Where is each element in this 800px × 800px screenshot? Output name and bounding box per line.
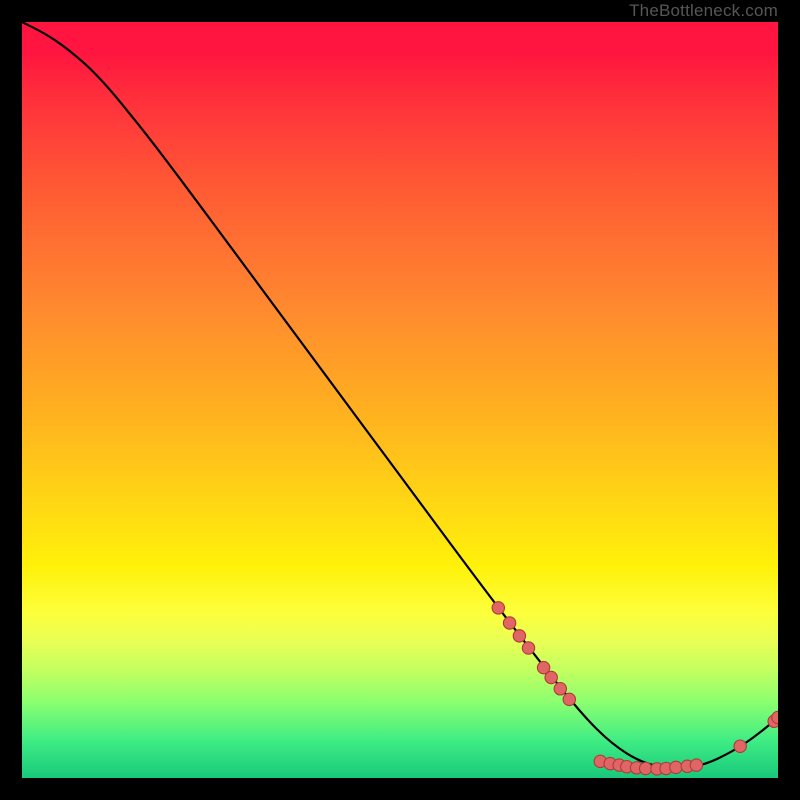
marker-layer — [492, 602, 778, 775]
data-marker — [563, 693, 575, 705]
attribution-label: TheBottleneck.com — [629, 0, 778, 22]
data-marker — [545, 671, 557, 683]
data-marker — [554, 683, 566, 695]
data-marker — [492, 602, 504, 614]
plot-area — [22, 22, 778, 778]
data-marker — [640, 762, 652, 774]
bottleneck-curve — [22, 22, 778, 768]
chart-stage: TheBottleneck.com — [0, 0, 800, 800]
data-marker — [522, 642, 534, 654]
data-marker — [503, 617, 515, 629]
data-marker — [670, 761, 682, 773]
plot-svg — [22, 22, 778, 778]
data-marker — [734, 740, 746, 752]
data-marker — [513, 630, 525, 642]
data-marker — [690, 759, 702, 771]
